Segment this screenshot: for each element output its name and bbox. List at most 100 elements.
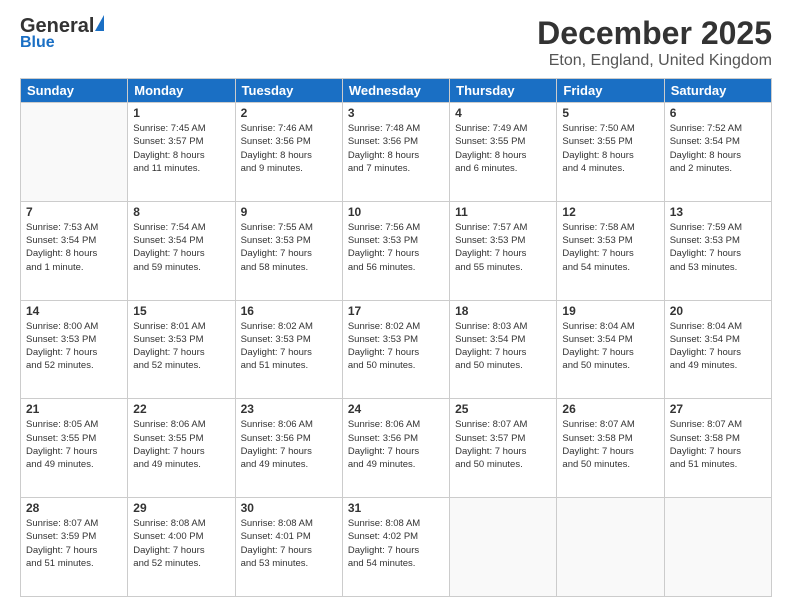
table-row: 14Sunrise: 8:00 AM Sunset: 3:53 PM Dayli…	[21, 300, 128, 399]
logo-text-blue: Blue	[20, 34, 55, 52]
table-row: 5 Sunrise: 7:50 AM Sunset: 3:55 PM Daylig…	[557, 103, 664, 202]
table-row: 29 Sunrise: 8:08 AM Sunset: 4:00 PM Dayli…	[128, 498, 235, 597]
day-number: 12	[562, 205, 658, 219]
col-wednesday: Wednesday	[342, 79, 449, 103]
day-info: Sunrise: 8:06 AM Sunset: 3:55 PM Dayligh…	[133, 418, 229, 471]
col-friday: Friday	[557, 79, 664, 103]
calendar-table: Sunday Monday Tuesday Wednesday Thursday…	[20, 78, 772, 597]
day-number: 23	[241, 402, 337, 416]
day-info: Sunrise: 7:55 AM Sunset: 3:53 PM Dayligh…	[241, 221, 337, 274]
table-row: 7 Sunrise: 7:53 AM Sunset: 3:54 PM Daylig…	[21, 201, 128, 300]
day-number: 21	[26, 402, 122, 416]
day-number: 15	[133, 304, 229, 318]
col-sunday: Sunday	[21, 79, 128, 103]
table-row: 21 Sunrise: 8:05 AM Sunset: 3:55 PM Dayli…	[21, 399, 128, 498]
table-row: 27 Sunrise: 8:07 AM Sunset: 3:58 PM Dayli…	[664, 399, 771, 498]
day-info: Sunrise: 8:08 AM Sunset: 4:00 PM Dayligh…	[133, 517, 229, 570]
day-number: 8	[133, 205, 229, 219]
day-number: 1	[133, 106, 229, 120]
table-row: 22 Sunrise: 8:06 AM Sunset: 3:55 PM Dayli…	[128, 399, 235, 498]
day-number: 6	[670, 106, 766, 120]
day-number: 11	[455, 205, 551, 219]
table-row	[450, 498, 557, 597]
table-row: 15 Sunrise: 8:01 AM Sunset: 3:53 PM Dayli…	[128, 300, 235, 399]
table-row: 9 Sunrise: 7:55 AM Sunset: 3:53 PM Daylig…	[235, 201, 342, 300]
calendar-header-row: Sunday Monday Tuesday Wednesday Thursday…	[21, 79, 772, 103]
table-row: 13Sunrise: 7:59 AM Sunset: 3:53 PM Dayli…	[664, 201, 771, 300]
day-info: Sunrise: 8:04 AM Sunset: 3:54 PM Dayligh…	[562, 320, 658, 373]
day-info: Sunrise: 8:01 AM Sunset: 3:53 PM Dayligh…	[133, 320, 229, 373]
header: General Blue December 2025 Eton, England…	[20, 15, 772, 70]
day-info: Sunrise: 8:04 AM Sunset: 3:54 PM Dayligh…	[670, 320, 766, 373]
day-info: Sunrise: 7:53 AM Sunset: 3:54 PM Dayligh…	[26, 221, 122, 274]
table-row: 23 Sunrise: 8:06 AM Sunset: 3:56 PM Dayli…	[235, 399, 342, 498]
table-row	[557, 498, 664, 597]
day-info: Sunrise: 7:52 AM Sunset: 3:54 PM Dayligh…	[670, 122, 766, 175]
day-number: 30	[241, 501, 337, 515]
table-row: 31Sunrise: 8:08 AM Sunset: 4:02 PM Dayli…	[342, 498, 449, 597]
day-info: Sunrise: 7:46 AM Sunset: 3:56 PM Dayligh…	[241, 122, 337, 175]
day-info: Sunrise: 7:48 AM Sunset: 3:56 PM Dayligh…	[348, 122, 444, 175]
day-number: 2	[241, 106, 337, 120]
table-row: 25 Sunrise: 8:07 AM Sunset: 3:57 PM Dayli…	[450, 399, 557, 498]
table-row: 20Sunrise: 8:04 AM Sunset: 3:54 PM Dayli…	[664, 300, 771, 399]
table-row: 19 Sunrise: 8:04 AM Sunset: 3:54 PM Dayli…	[557, 300, 664, 399]
calendar-week-row: 1 Sunrise: 7:45 AM Sunset: 3:57 PM Daylig…	[21, 103, 772, 202]
day-info: Sunrise: 7:58 AM Sunset: 3:53 PM Dayligh…	[562, 221, 658, 274]
table-row: 1 Sunrise: 7:45 AM Sunset: 3:57 PM Daylig…	[128, 103, 235, 202]
title-section: December 2025 Eton, England, United King…	[537, 15, 772, 70]
table-row: 12 Sunrise: 7:58 AM Sunset: 3:53 PM Dayli…	[557, 201, 664, 300]
day-number: 28	[26, 501, 122, 515]
day-info: Sunrise: 7:57 AM Sunset: 3:53 PM Dayligh…	[455, 221, 551, 274]
day-info: Sunrise: 8:06 AM Sunset: 3:56 PM Dayligh…	[348, 418, 444, 471]
day-number: 10	[348, 205, 444, 219]
day-number: 17	[348, 304, 444, 318]
table-row: 24 Sunrise: 8:06 AM Sunset: 3:56 PM Dayli…	[342, 399, 449, 498]
day-info: Sunrise: 8:07 AM Sunset: 3:57 PM Dayligh…	[455, 418, 551, 471]
day-info: Sunrise: 7:59 AM Sunset: 3:53 PM Dayligh…	[670, 221, 766, 274]
day-info: Sunrise: 8:00 AM Sunset: 3:53 PM Dayligh…	[26, 320, 122, 373]
col-saturday: Saturday	[664, 79, 771, 103]
day-number: 29	[133, 501, 229, 515]
day-number: 7	[26, 205, 122, 219]
day-number: 5	[562, 106, 658, 120]
table-row: 26 Sunrise: 8:07 AM Sunset: 3:58 PM Dayli…	[557, 399, 664, 498]
day-info: Sunrise: 7:45 AM Sunset: 3:57 PM Dayligh…	[133, 122, 229, 175]
day-info: Sunrise: 8:07 AM Sunset: 3:58 PM Dayligh…	[562, 418, 658, 471]
col-monday: Monday	[128, 79, 235, 103]
table-row: 4Sunrise: 7:49 AM Sunset: 3:55 PM Daylig…	[450, 103, 557, 202]
day-number: 19	[562, 304, 658, 318]
calendar-title: December 2025	[537, 15, 772, 52]
col-tuesday: Tuesday	[235, 79, 342, 103]
day-info: Sunrise: 8:02 AM Sunset: 3:53 PM Dayligh…	[348, 320, 444, 373]
day-info: Sunrise: 7:50 AM Sunset: 3:55 PM Dayligh…	[562, 122, 658, 175]
day-info: Sunrise: 8:05 AM Sunset: 3:55 PM Dayligh…	[26, 418, 122, 471]
day-number: 22	[133, 402, 229, 416]
day-number: 25	[455, 402, 551, 416]
day-number: 9	[241, 205, 337, 219]
day-number: 4	[455, 106, 551, 120]
day-number: 16	[241, 304, 337, 318]
day-info: Sunrise: 8:02 AM Sunset: 3:53 PM Dayligh…	[241, 320, 337, 373]
day-info: Sunrise: 8:07 AM Sunset: 3:58 PM Dayligh…	[670, 418, 766, 471]
day-info: Sunrise: 8:06 AM Sunset: 3:56 PM Dayligh…	[241, 418, 337, 471]
calendar-week-row: 7 Sunrise: 7:53 AM Sunset: 3:54 PM Daylig…	[21, 201, 772, 300]
calendar-week-row: 28Sunrise: 8:07 AM Sunset: 3:59 PM Dayli…	[21, 498, 772, 597]
table-row: 10 Sunrise: 7:56 AM Sunset: 3:53 PM Dayli…	[342, 201, 449, 300]
table-row: 17 Sunrise: 8:02 AM Sunset: 3:53 PM Dayli…	[342, 300, 449, 399]
table-row: 30Sunrise: 8:08 AM Sunset: 4:01 PM Dayli…	[235, 498, 342, 597]
day-info: Sunrise: 7:56 AM Sunset: 3:53 PM Dayligh…	[348, 221, 444, 274]
day-number: 3	[348, 106, 444, 120]
table-row: 28Sunrise: 8:07 AM Sunset: 3:59 PM Dayli…	[21, 498, 128, 597]
table-row: 18Sunrise: 8:03 AM Sunset: 3:54 PM Dayli…	[450, 300, 557, 399]
table-row	[664, 498, 771, 597]
day-number: 27	[670, 402, 766, 416]
day-number: 24	[348, 402, 444, 416]
day-info: Sunrise: 8:03 AM Sunset: 3:54 PM Dayligh…	[455, 320, 551, 373]
table-row: 8Sunrise: 7:54 AM Sunset: 3:54 PM Daylig…	[128, 201, 235, 300]
day-number: 26	[562, 402, 658, 416]
table-row: 2 Sunrise: 7:46 AM Sunset: 3:56 PM Daylig…	[235, 103, 342, 202]
table-row	[21, 103, 128, 202]
calendar-week-row: 14Sunrise: 8:00 AM Sunset: 3:53 PM Dayli…	[21, 300, 772, 399]
table-row: 3 Sunrise: 7:48 AM Sunset: 3:56 PM Daylig…	[342, 103, 449, 202]
